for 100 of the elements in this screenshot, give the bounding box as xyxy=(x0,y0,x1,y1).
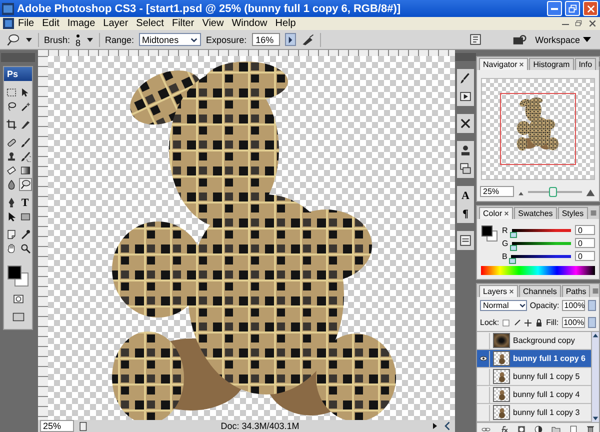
fill-field[interactable]: 100% xyxy=(562,317,585,328)
paragraph-panel-button[interactable]: ¶ xyxy=(459,207,472,220)
zoom-field[interactable]: 25% xyxy=(480,186,514,197)
quick-mask-icon[interactable] xyxy=(12,293,24,305)
close-button[interactable] xyxy=(583,1,598,16)
menu-item[interactable]: Window xyxy=(228,18,272,29)
dock-grip[interactable] xyxy=(455,53,476,61)
menu-item[interactable]: Select xyxy=(132,18,168,29)
document-icon[interactable] xyxy=(78,420,89,432)
link-icon[interactable] xyxy=(481,425,491,432)
stamp-icon[interactable] xyxy=(6,151,16,162)
workspace-button[interactable]: Workspace xyxy=(532,34,594,46)
channel-value-field[interactable]: 0 xyxy=(575,238,595,248)
color-swatches-icon[interactable] xyxy=(7,265,29,287)
palette-well-icon[interactable] xyxy=(469,33,482,46)
selection-icon[interactable] xyxy=(6,87,16,98)
trash-icon[interactable] xyxy=(586,425,595,432)
menu-item[interactable]: Layer xyxy=(99,18,132,29)
restore-button[interactable] xyxy=(565,1,580,16)
range-dropdown[interactable]: Midtones xyxy=(139,33,202,46)
panel-tab[interactable]: Paths xyxy=(562,285,590,297)
view-box[interactable] xyxy=(500,93,576,165)
slider-thumb[interactable] xyxy=(510,244,518,250)
move-icon[interactable] xyxy=(524,318,532,326)
lock-icon[interactable] xyxy=(535,318,544,326)
layer-row[interactable]: Background copy xyxy=(477,332,591,350)
panel-icon[interactable] xyxy=(459,234,472,247)
screen-mode-icon[interactable] xyxy=(10,311,26,323)
menu-item[interactable]: Help xyxy=(271,18,300,29)
scissors-icon[interactable] xyxy=(459,117,472,130)
crop-icon[interactable] xyxy=(6,119,16,130)
panel-tab[interactable]: Info xyxy=(574,58,596,70)
layer-row[interactable]: bunny full 1 copy 5 xyxy=(477,368,591,386)
channel-value-field[interactable]: 0 xyxy=(575,225,595,235)
color-swatches-icon[interactable] xyxy=(481,225,498,242)
camera-icon[interactable] xyxy=(512,32,528,46)
adjustment-icon[interactable] xyxy=(534,425,543,432)
panel-menu-icon[interactable] xyxy=(588,208,598,216)
brush-icon[interactable] xyxy=(20,151,30,162)
panel-tab[interactable]: Color xyxy=(479,207,514,219)
visibility-toggle[interactable] xyxy=(477,350,490,366)
airbrush-icon[interactable] xyxy=(300,32,315,46)
minimize-icon[interactable] xyxy=(562,24,569,25)
caret-icon[interactable] xyxy=(25,36,33,42)
slider-thumb[interactable] xyxy=(549,186,558,196)
menu-item[interactable]: Image xyxy=(63,18,100,29)
drop-icon[interactable] xyxy=(6,179,16,190)
scrollbar[interactable] xyxy=(591,332,599,422)
zoom-field[interactable]: 25% xyxy=(40,420,74,432)
folder-icon[interactable] xyxy=(551,425,561,432)
blend-mode-dropdown[interactable]: Normal xyxy=(480,300,527,311)
layer-row[interactable]: bunny full 1 copy 4 xyxy=(477,386,591,404)
panel-tab[interactable]: Swatches xyxy=(514,207,557,219)
stack-icon[interactable] xyxy=(459,162,472,175)
scroll-down-icon[interactable] xyxy=(592,415,599,422)
brush-icon[interactable] xyxy=(20,137,30,148)
note-icon[interactable] xyxy=(6,229,16,240)
brush-icon[interactable] xyxy=(513,318,522,326)
new-layer-icon[interactable] xyxy=(569,425,578,432)
gradient-icon[interactable] xyxy=(20,165,30,176)
panel-menu-icon[interactable] xyxy=(591,286,600,294)
stamp-icon[interactable] xyxy=(459,144,472,157)
character-panel-button[interactable]: A xyxy=(459,189,472,202)
color-spectrum[interactable] xyxy=(481,266,595,275)
exposure-slider-button[interactable] xyxy=(284,33,296,46)
close-icon[interactable] xyxy=(588,19,597,28)
play-icon[interactable] xyxy=(431,422,439,430)
minimize-button[interactable] xyxy=(547,1,562,16)
fx-icon[interactable] xyxy=(499,425,509,432)
rectangle-icon[interactable] xyxy=(20,211,30,222)
scroll-up-icon[interactable] xyxy=(592,332,599,339)
navigator-preview[interactable] xyxy=(481,78,595,180)
knife-icon[interactable] xyxy=(20,119,30,130)
menu-item[interactable]: View xyxy=(198,18,228,29)
lollipop-icon[interactable] xyxy=(6,32,20,46)
fill-slider-button[interactable] xyxy=(588,317,596,328)
opacity-slider-button[interactable] xyxy=(588,300,596,311)
menu-item[interactable]: Edit xyxy=(38,18,64,29)
lasso-icon[interactable] xyxy=(6,101,16,112)
menu-item[interactable]: File xyxy=(14,18,38,29)
caret-icon[interactable] xyxy=(86,36,94,42)
opacity-field[interactable]: 100% xyxy=(562,300,586,311)
exposure-field[interactable]: 16% xyxy=(252,33,280,46)
channel-value-field[interactable]: 0 xyxy=(575,251,595,261)
menu-item[interactable]: Filter xyxy=(168,18,198,29)
slider-thumb[interactable] xyxy=(509,258,516,264)
brush-icon[interactable] xyxy=(459,72,472,85)
hand-icon[interactable] xyxy=(6,243,16,254)
type-tool[interactable]: T xyxy=(18,196,32,209)
panel-tab[interactable]: Channels xyxy=(519,285,561,297)
panel-tab[interactable]: Layers xyxy=(479,285,518,297)
eyedropper-icon[interactable] xyxy=(20,229,30,240)
panel-tab[interactable]: Styles xyxy=(558,207,588,219)
panel-tab[interactable]: Histogram xyxy=(529,58,574,70)
layer-row[interactable]: bunny full 1 copy 6 xyxy=(477,350,591,368)
lollipop-icon[interactable] xyxy=(20,179,30,190)
wand-icon[interactable] xyxy=(20,101,30,112)
zoom-icon[interactable] xyxy=(20,243,30,254)
layer-row[interactable]: bunny full 1 copy 3 xyxy=(477,404,591,422)
slider-thumb[interactable] xyxy=(510,232,517,238)
